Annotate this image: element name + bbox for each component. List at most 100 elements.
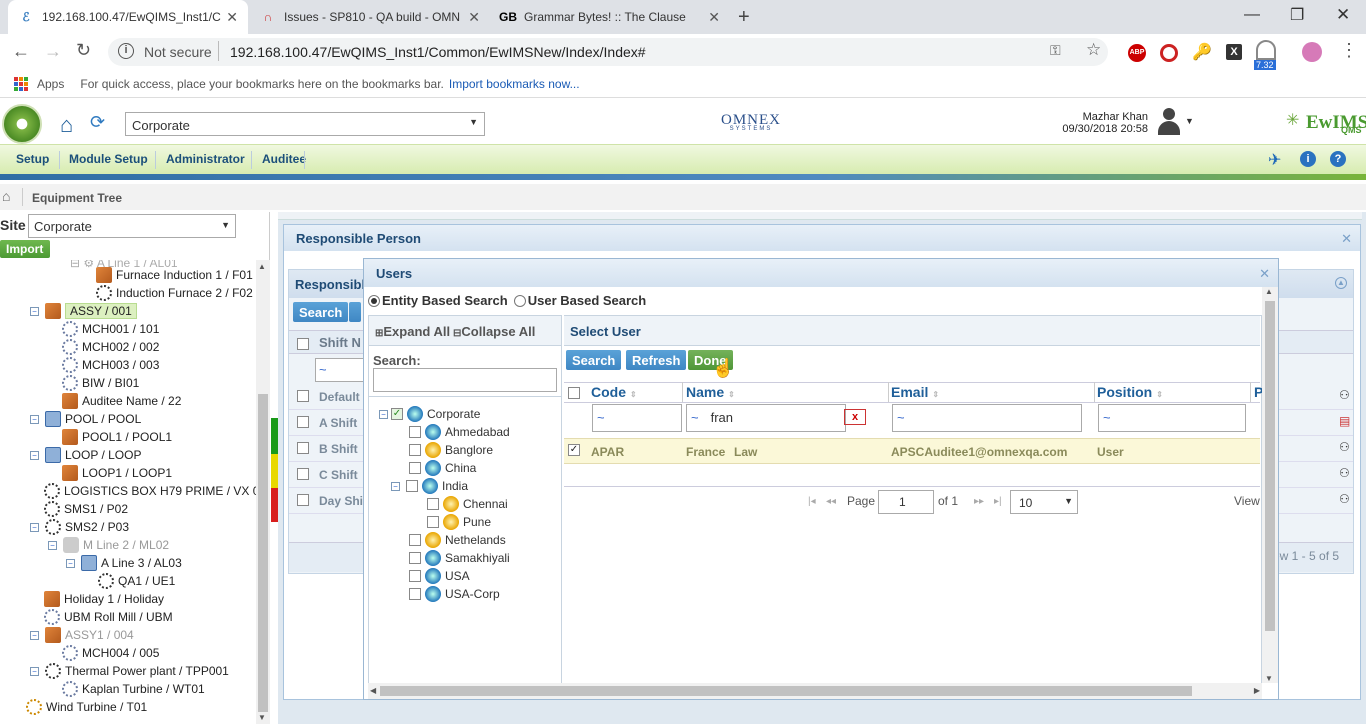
avatar[interactable]: [1156, 106, 1182, 136]
menu-module-setup[interactable]: Module Setup: [69, 152, 148, 166]
menu-auditee[interactable]: Auditee: [262, 152, 306, 166]
tree-node[interactable]: MCH001 / 101: [62, 320, 159, 338]
prev-page-icon[interactable]: ◂◂: [826, 496, 836, 507]
assign-user-icon[interactable]: ⚇: [1339, 440, 1350, 454]
row-checkbox[interactable]: [297, 442, 309, 454]
tree-node[interactable]: LOGISTICS BOX H79 PRIME / VX 01: [44, 482, 256, 500]
email-filter-input[interactable]: ~: [892, 404, 1082, 432]
refresh-icon[interactable]: ⟳: [90, 112, 105, 133]
tab-active[interactable]: ℰ 192.168.100.47/EwQIMS_Inst1/C ✕: [8, 0, 248, 34]
entity-node[interactable]: Chennai: [427, 496, 508, 512]
chevron-down-icon[interactable]: ▼: [1185, 116, 1194, 126]
tree-node[interactable]: POOL1 / POOL1: [62, 428, 172, 446]
users-vscrollbar[interactable]: ▲ ▼: [1262, 287, 1278, 683]
close-icon[interactable]: ✕: [1341, 231, 1352, 247]
entity-node[interactable]: Banglore: [409, 442, 493, 458]
column-email[interactable]: Email ⇕: [891, 384, 939, 400]
position-filter-input[interactable]: ~: [1098, 404, 1246, 432]
collapse-grid-icon[interactable]: ▲: [1335, 277, 1347, 289]
user-search-label[interactable]: User Based Search: [528, 293, 647, 308]
close-icon[interactable]: ✕: [226, 9, 238, 26]
tab-issues[interactable]: ∩ Issues - SP810 - QA build - OMN ✕: [250, 0, 490, 34]
select-all-users-checkbox[interactable]: [568, 387, 580, 399]
tree-node[interactable]: LOOP1 / LOOP1: [62, 464, 172, 482]
table-row[interactable]: ✓ APAR France Law APSCAuditee1@omnexqa.c…: [564, 438, 1260, 464]
column-code[interactable]: Code ⇕: [591, 384, 637, 400]
close-icon[interactable]: ✕: [1259, 266, 1270, 282]
expand-all-button[interactable]: ⊞Expand All: [375, 324, 450, 339]
code-filter-input[interactable]: ~: [592, 404, 682, 432]
info-icon[interactable]: i: [118, 43, 134, 59]
tree-node[interactable]: MCH004 / 005: [62, 644, 159, 662]
entity-search-label[interactable]: Entity Based Search: [382, 293, 508, 308]
remove-user-icon[interactable]: ▤: [1339, 414, 1350, 428]
url-text[interactable]: 192.168.100.47/EwQIMS_Inst1/Common/EwIMS…: [230, 44, 646, 60]
close-icon[interactable]: ✕: [708, 9, 720, 26]
star-icon[interactable]: ☆: [1086, 40, 1101, 60]
x-ext-icon[interactable]: X: [1226, 44, 1242, 60]
menu-setup[interactable]: Setup: [16, 152, 49, 166]
import-button[interactable]: Import: [0, 240, 50, 258]
forward-icon[interactable]: →: [44, 41, 62, 62]
entity-node[interactable]: Pune: [427, 514, 491, 530]
close-window-button[interactable]: ✕: [1336, 5, 1350, 25]
row-checkbox[interactable]: [297, 494, 309, 506]
tree-scrollbar[interactable]: ▲ ▼: [256, 260, 270, 724]
row-checkbox[interactable]: ✓: [568, 444, 580, 456]
entity-node[interactable]: − India: [391, 478, 468, 494]
key-icon[interactable]: ⚿: [1050, 42, 1061, 59]
home-icon[interactable]: ⌂: [2, 188, 10, 204]
column-position[interactable]: Position ⇕: [1097, 384, 1163, 400]
row-checkbox[interactable]: [297, 468, 309, 480]
clear-filter-button[interactable]: x: [844, 409, 866, 425]
first-page-icon[interactable]: |◂: [808, 496, 816, 507]
last-page-icon[interactable]: ▸|: [994, 496, 1002, 507]
entity-node[interactable]: Samakhiyali: [409, 550, 510, 566]
tree-node[interactable]: − M Line 2 / ML02: [48, 536, 169, 554]
speed-icon[interactable]: [1256, 40, 1276, 60]
opera-icon[interactable]: [1160, 44, 1178, 62]
assign-user-icon[interactable]: ⚇: [1339, 492, 1350, 506]
apps-link[interactable]: Apps: [37, 77, 64, 91]
user-search-radio[interactable]: [513, 294, 526, 307]
tree-node[interactable]: − A Line 3 / AL03: [66, 554, 182, 572]
pin-icon[interactable]: ✈: [1268, 150, 1281, 170]
name-filter-input[interactable]: ~ fran: [686, 404, 846, 432]
tree-node[interactable]: − POOL / POOL: [30, 410, 141, 428]
tree-node[interactable]: UBM Roll Mill / UBM: [44, 608, 173, 626]
tab-grammar[interactable]: GB Grammar Bytes! :: The Clause ✕: [490, 0, 730, 34]
info-icon[interactable]: i: [1300, 151, 1316, 167]
key-ext-icon[interactable]: 🔑: [1192, 42, 1212, 62]
tree-node[interactable]: MCH002 / 002: [62, 338, 159, 356]
new-tab-button[interactable]: +: [738, 6, 750, 29]
tree-node[interactable]: Wind Turbine / T01: [26, 698, 147, 716]
home-icon[interactable]: ⌂: [60, 112, 73, 138]
tree-node[interactable]: − LOOP / LOOP: [30, 446, 141, 464]
close-icon[interactable]: ✕: [468, 9, 480, 26]
tree-node[interactable]: SMS1 / P02: [44, 500, 128, 518]
row-checkbox[interactable]: [297, 416, 309, 428]
entity-search-input[interactable]: [373, 368, 557, 392]
menu-icon[interactable]: ⋮: [1340, 40, 1358, 61]
tree-node[interactable]: − SMS2 / P03: [30, 518, 129, 536]
collapse-all-button[interactable]: ⊟Collapse All: [453, 324, 535, 339]
next-page-icon[interactable]: ▸▸: [974, 496, 984, 507]
page-size-select[interactable]: 10 ▼: [1010, 490, 1078, 514]
import-bookmarks-link[interactable]: Import bookmarks now...: [449, 77, 580, 91]
entity-node[interactable]: Ahmedabad: [409, 424, 510, 440]
tree-node[interactable]: MCH003 / 003: [62, 356, 159, 374]
tree-node[interactable]: − ASSY1 / 004: [30, 626, 134, 644]
site-dropdown[interactable]: Corporate ▼: [28, 214, 236, 238]
reload-icon[interactable]: ↻: [76, 40, 91, 61]
page-input[interactable]: 1: [878, 490, 934, 514]
site-select[interactable]: Corporate ▼: [125, 112, 485, 136]
column-name[interactable]: Name ⇕: [686, 384, 735, 400]
tree-node[interactable]: − Thermal Power plant / TPP001: [30, 662, 229, 680]
entity-node[interactable]: − ✓ Corporate: [379, 406, 480, 422]
refresh-button[interactable]: Refresh: [626, 350, 687, 370]
search-button[interactable]: Search: [293, 302, 349, 322]
maximize-button[interactable]: ❐: [1290, 5, 1304, 25]
tree-node[interactable]: − ASSY / 001: [30, 302, 137, 320]
minimize-button[interactable]: —: [1244, 6, 1260, 24]
address-bar[interactable]: i Not secure 192.168.100.47/EwQIMS_Inst1…: [108, 38, 1108, 66]
